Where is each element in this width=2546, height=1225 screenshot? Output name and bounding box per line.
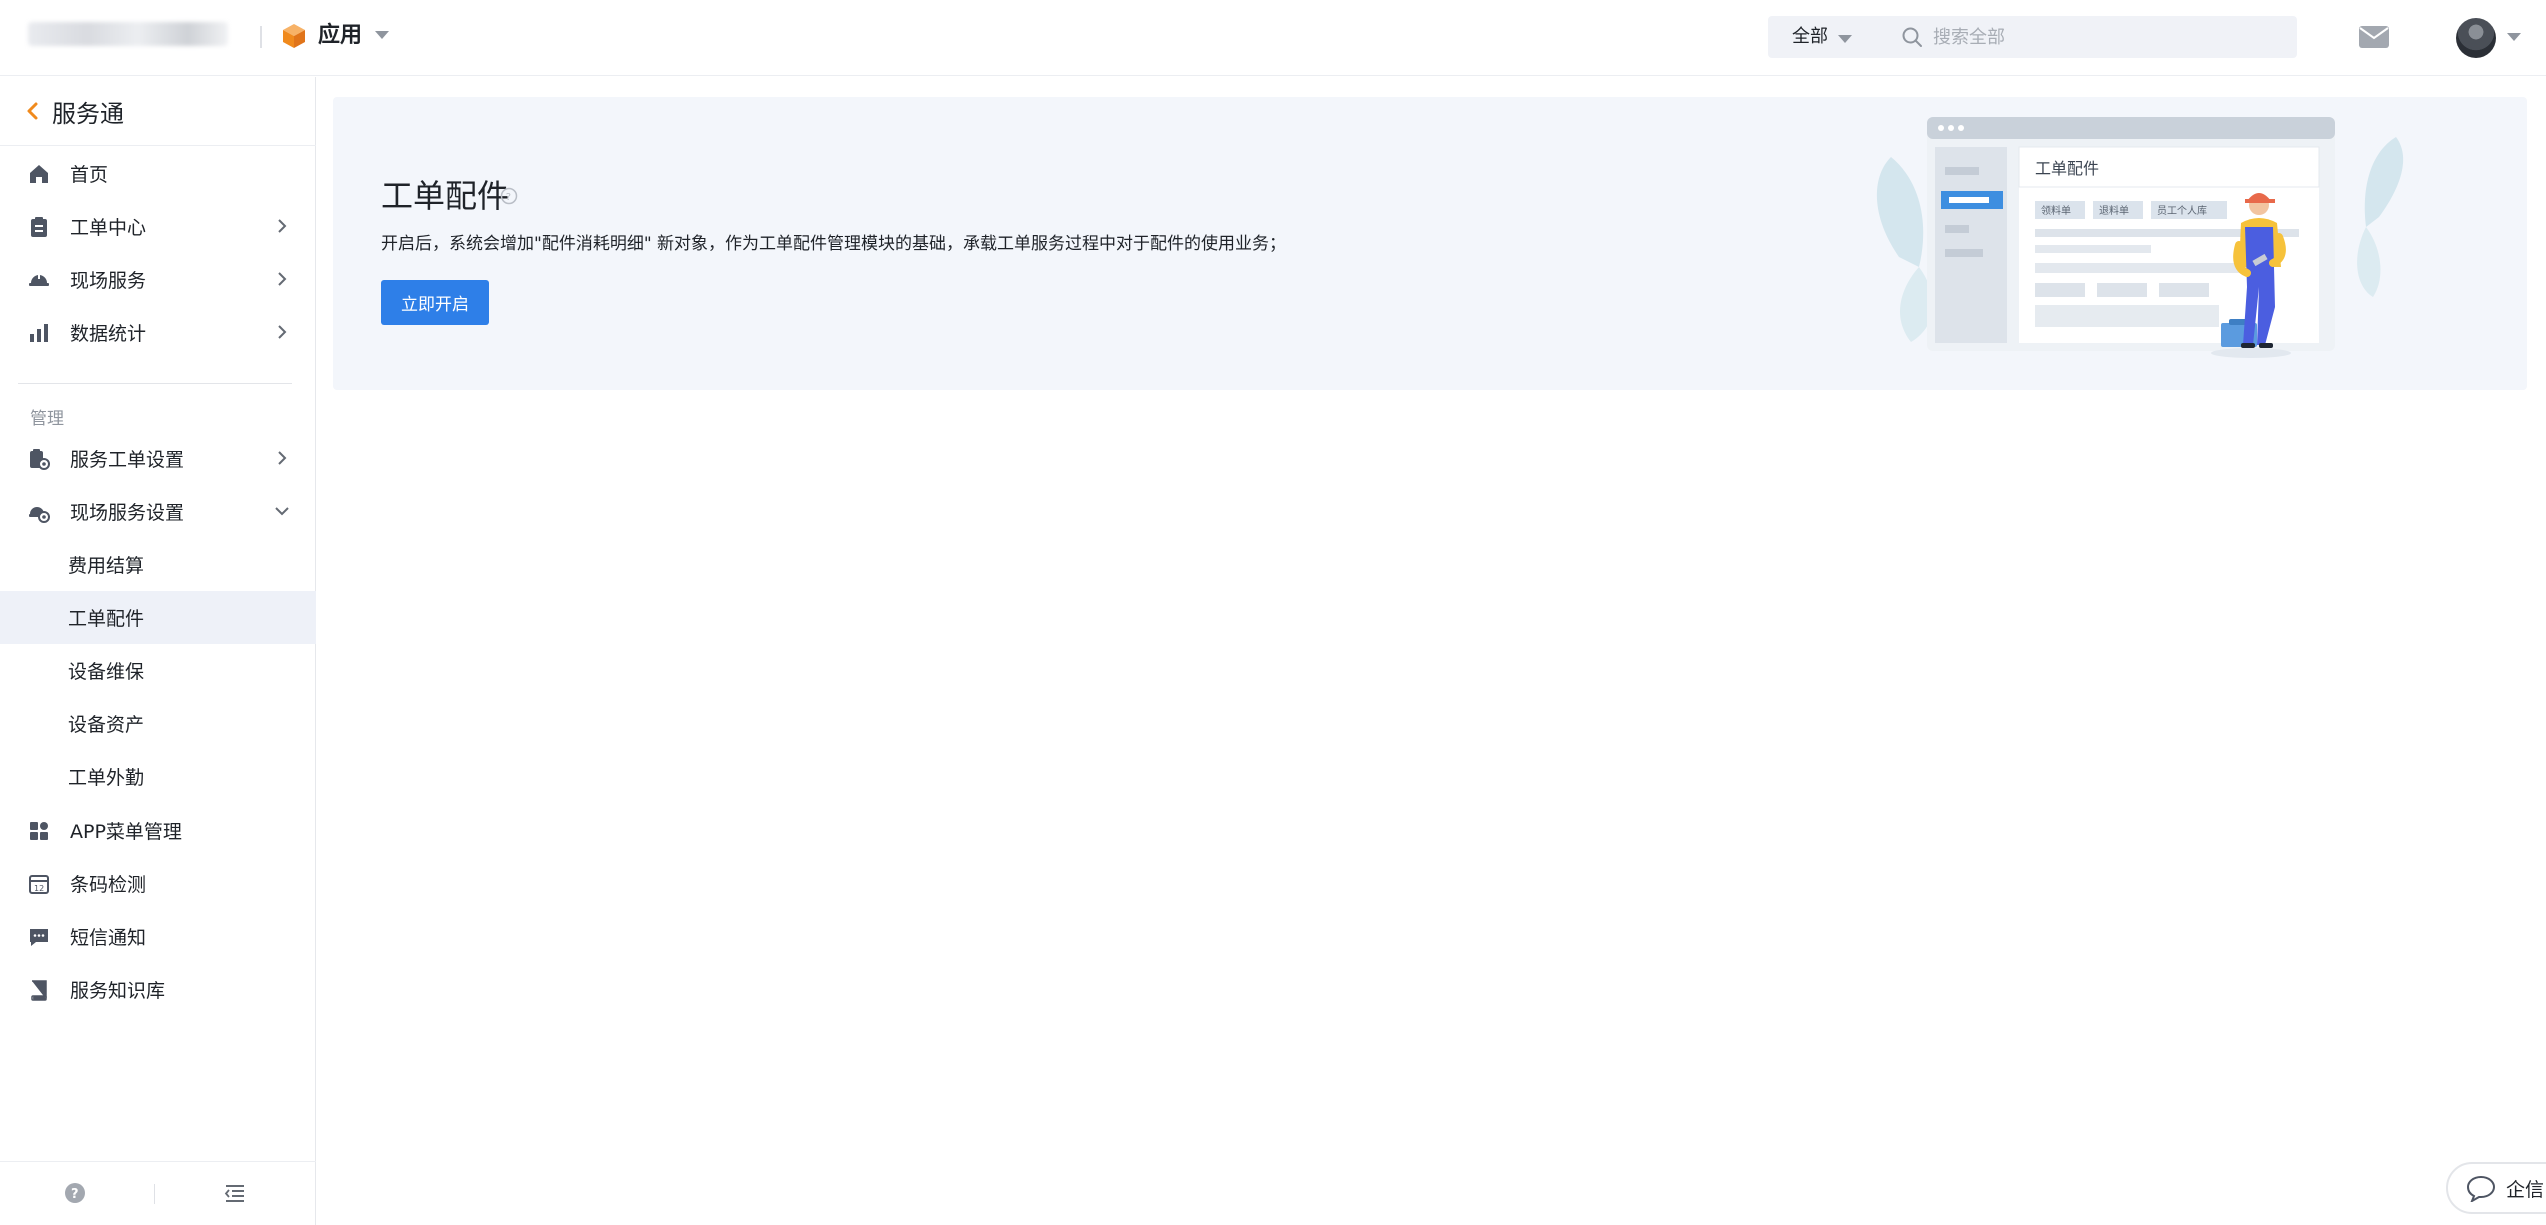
sidebar-item-label: 现场服务 — [70, 270, 147, 292]
help-icon[interactable]: ? — [64, 1182, 86, 1204]
page-title: 工单配件 — [381, 177, 510, 215]
sidebar-item-label: 条码检测 — [70, 874, 147, 896]
sidebar-item-work-order-center[interactable]: 工单中心 — [0, 200, 316, 253]
sidebar-item-barcode[interactable]: 12 条码检测 — [0, 857, 316, 910]
svg-text:12: 12 — [34, 884, 44, 893]
calendar-icon: 12 — [29, 874, 49, 894]
sidebar-subitem-fee-settlement[interactable]: 费用结算 — [0, 538, 316, 591]
sidebar-item-statistics[interactable]: 数据统计 — [0, 306, 316, 359]
search-input[interactable] — [1933, 22, 2273, 52]
grid-icon — [30, 821, 48, 840]
home-icon — [30, 164, 48, 183]
search-icon — [1902, 27, 1922, 47]
sidebar-item-knowledge-base[interactable]: 服务知识库 — [0, 963, 316, 1016]
chat-bubble-icon — [2466, 1175, 2496, 1202]
feature-illustration: 工单配件 领料单 退料单 员工个人库 — [1876, 117, 2404, 358]
chat-widget-label: 企信 — [2506, 1178, 2545, 1201]
back-to-app[interactable]: 服务通 — [24, 95, 124, 128]
chevron-left-icon — [27, 102, 38, 120]
bar-chart-icon — [30, 323, 48, 342]
sidebar-subitem-work-order-field[interactable]: 工单外勤 — [0, 750, 316, 803]
sidebar-item-label: 服务知识库 — [70, 980, 166, 1002]
search-scope-select[interactable]: 全部 — [1792, 24, 1828, 50]
sidebar-item-home[interactable]: 首页 — [0, 147, 316, 200]
chevron-right-icon — [278, 325, 287, 339]
sidebar: 服务通 首页 工单中心 现场服务 数据统计 管理 服务工单设置 现场服务设置 费… — [0, 77, 316, 1225]
sidebar-item-label: 设备资产 — [68, 714, 145, 736]
app-switcher-title[interactable]: 应用 — [318, 22, 362, 50]
question-circle-icon[interactable]: ? — [500, 187, 518, 205]
chevron-right-icon — [278, 219, 287, 233]
sidebar-title: 服务通 — [52, 99, 124, 128]
sidebar-item-app-menu[interactable]: APP菜单管理 — [0, 804, 316, 857]
sidebar-item-label: 费用结算 — [68, 555, 145, 577]
sidebar-item-label: 服务工单设置 — [70, 449, 185, 471]
chat-widget[interactable]: 企信 — [2446, 1162, 2546, 1214]
sidebar-item-field-service[interactable]: 现场服务 — [0, 253, 316, 306]
chevron-down-icon — [275, 507, 289, 516]
chevron-right-icon — [278, 451, 287, 465]
sidebar-footer: ? — [0, 1161, 316, 1225]
svg-text:?: ? — [71, 1187, 79, 1202]
sidebar-item-service-order-settings[interactable]: 服务工单设置 — [0, 432, 316, 485]
divider — [154, 1184, 155, 1204]
mail-icon[interactable] — [2358, 24, 2390, 50]
sidebar-item-label: 工单中心 — [70, 217, 147, 239]
sidebar-item-label: 工单外勤 — [68, 767, 145, 789]
top-bar: 应用 全部 — [0, 0, 2546, 76]
clipboard-icon — [31, 216, 47, 237]
divider — [18, 383, 292, 384]
sidebar-item-label: 数据统计 — [70, 323, 147, 345]
chevron-right-icon — [278, 272, 287, 286]
chevron-down-icon[interactable] — [2507, 33, 2521, 41]
helmet-icon — [29, 272, 49, 286]
app-cube-icon — [283, 24, 305, 48]
section-label-manage: 管理 — [30, 409, 64, 429]
avatar[interactable] — [2456, 18, 2496, 58]
illustration-tag: 员工个人库 — [2157, 204, 2207, 217]
illustration-panel-title: 工单配件 — [2035, 159, 2099, 178]
illustration-tag: 退料单 — [2099, 204, 2129, 217]
sidebar-item-label: 设备维保 — [68, 661, 145, 683]
top-divider — [260, 26, 262, 48]
collapse-menu-icon[interactable] — [224, 1182, 246, 1204]
sidebar-item-field-service-settings[interactable]: 现场服务设置 — [0, 485, 316, 538]
sidebar-subitem-equipment-maintenance[interactable]: 设备维保 — [0, 644, 316, 697]
sidebar-item-label: 短信通知 — [70, 927, 147, 949]
feature-banner: 工单配件 ? 开启后，系统会增加"配件消耗明细" 新对象，作为工单配件管理模块的… — [333, 97, 2527, 390]
clipboard-gear-icon — [30, 448, 50, 470]
sidebar-item-label: 首页 — [70, 164, 109, 186]
divider — [0, 145, 316, 146]
sidebar-item-label: 现场服务设置 — [70, 502, 185, 524]
illustration-tag: 领料单 — [2041, 204, 2071, 217]
sidebar-item-sms[interactable]: 短信通知 — [0, 910, 316, 963]
svg-text:?: ? — [506, 192, 511, 203]
feature-description: 开启后，系统会增加"配件消耗明细" 新对象，作为工单配件管理模块的基础，承载工单… — [381, 234, 1287, 254]
helmet-gear-icon — [29, 506, 50, 523]
sidebar-item-label: 工单配件 — [68, 608, 145, 630]
sidebar-subitem-equipment-assets[interactable]: 设备资产 — [0, 697, 316, 750]
enable-now-button[interactable]: 立即开启 — [381, 280, 489, 325]
global-search: 全部 — [1768, 16, 2297, 58]
chevron-down-icon[interactable] — [375, 31, 389, 39]
company-logo[interactable] — [28, 22, 228, 46]
book-icon — [31, 979, 47, 1001]
sms-icon — [30, 928, 48, 946]
sidebar-item-label: APP菜单管理 — [70, 821, 182, 843]
sidebar-subitem-work-order-parts[interactable]: 工单配件 — [0, 591, 316, 644]
chevron-down-icon[interactable] — [1838, 35, 1852, 43]
